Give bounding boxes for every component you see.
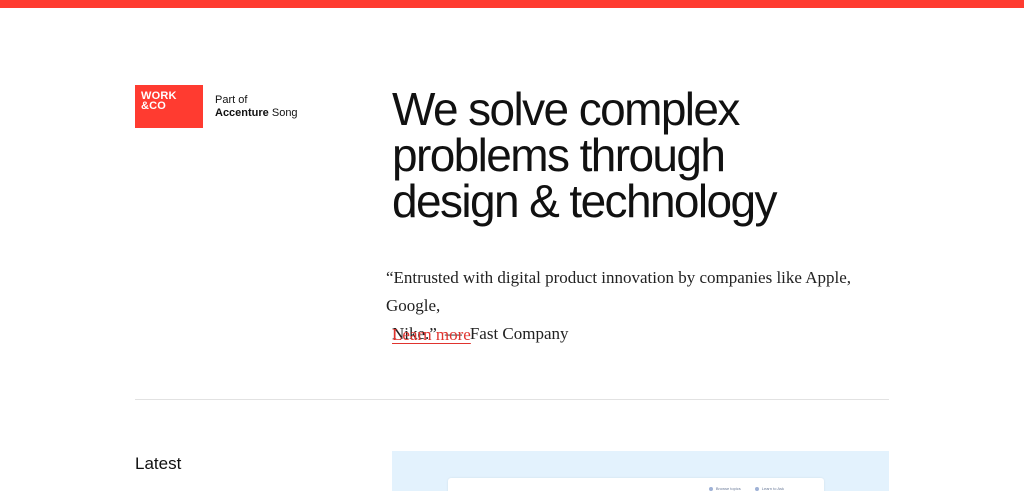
section-divider (135, 399, 889, 400)
logo-text-line2: &CO (141, 100, 167, 112)
latest-section-title: Latest (135, 454, 182, 473)
parent-brand: Accenture (215, 107, 269, 119)
card-nav: Browse topics Learn to Ask (708, 486, 784, 491)
nav-dot-icon (708, 486, 713, 491)
card-app-window: Browse topics Learn to Ask (448, 478, 824, 491)
card-nav-item: Browse topics (708, 486, 741, 491)
parent-prefix: Part of (215, 94, 248, 106)
headline-line-1: We solve complex (392, 83, 740, 135)
work-and-co-logo[interactable]: WORK &CO (135, 85, 203, 128)
parent-suffix: Song (271, 107, 298, 119)
latest-card-image[interactable]: Browse topics Learn to Ask (392, 451, 889, 491)
parent-company-label: Part of Accenture Song (215, 94, 298, 120)
hero-headline: We solve complex problems through design… (392, 86, 912, 224)
learn-more-link[interactable]: Learn more (392, 324, 471, 346)
nav-dot-icon (754, 486, 759, 491)
top-accent-bar (0, 0, 1024, 8)
quote-source: Fast Company (469, 324, 569, 343)
parent-brand-line: Accenture Song (215, 107, 298, 120)
card-nav-item: Learn to Ask (754, 486, 784, 491)
headline-line-2: problems through (392, 129, 726, 181)
quote-text-line1: “Entrusted with digital product innovati… (386, 268, 852, 315)
headline-line-3: design & technology (392, 175, 778, 227)
